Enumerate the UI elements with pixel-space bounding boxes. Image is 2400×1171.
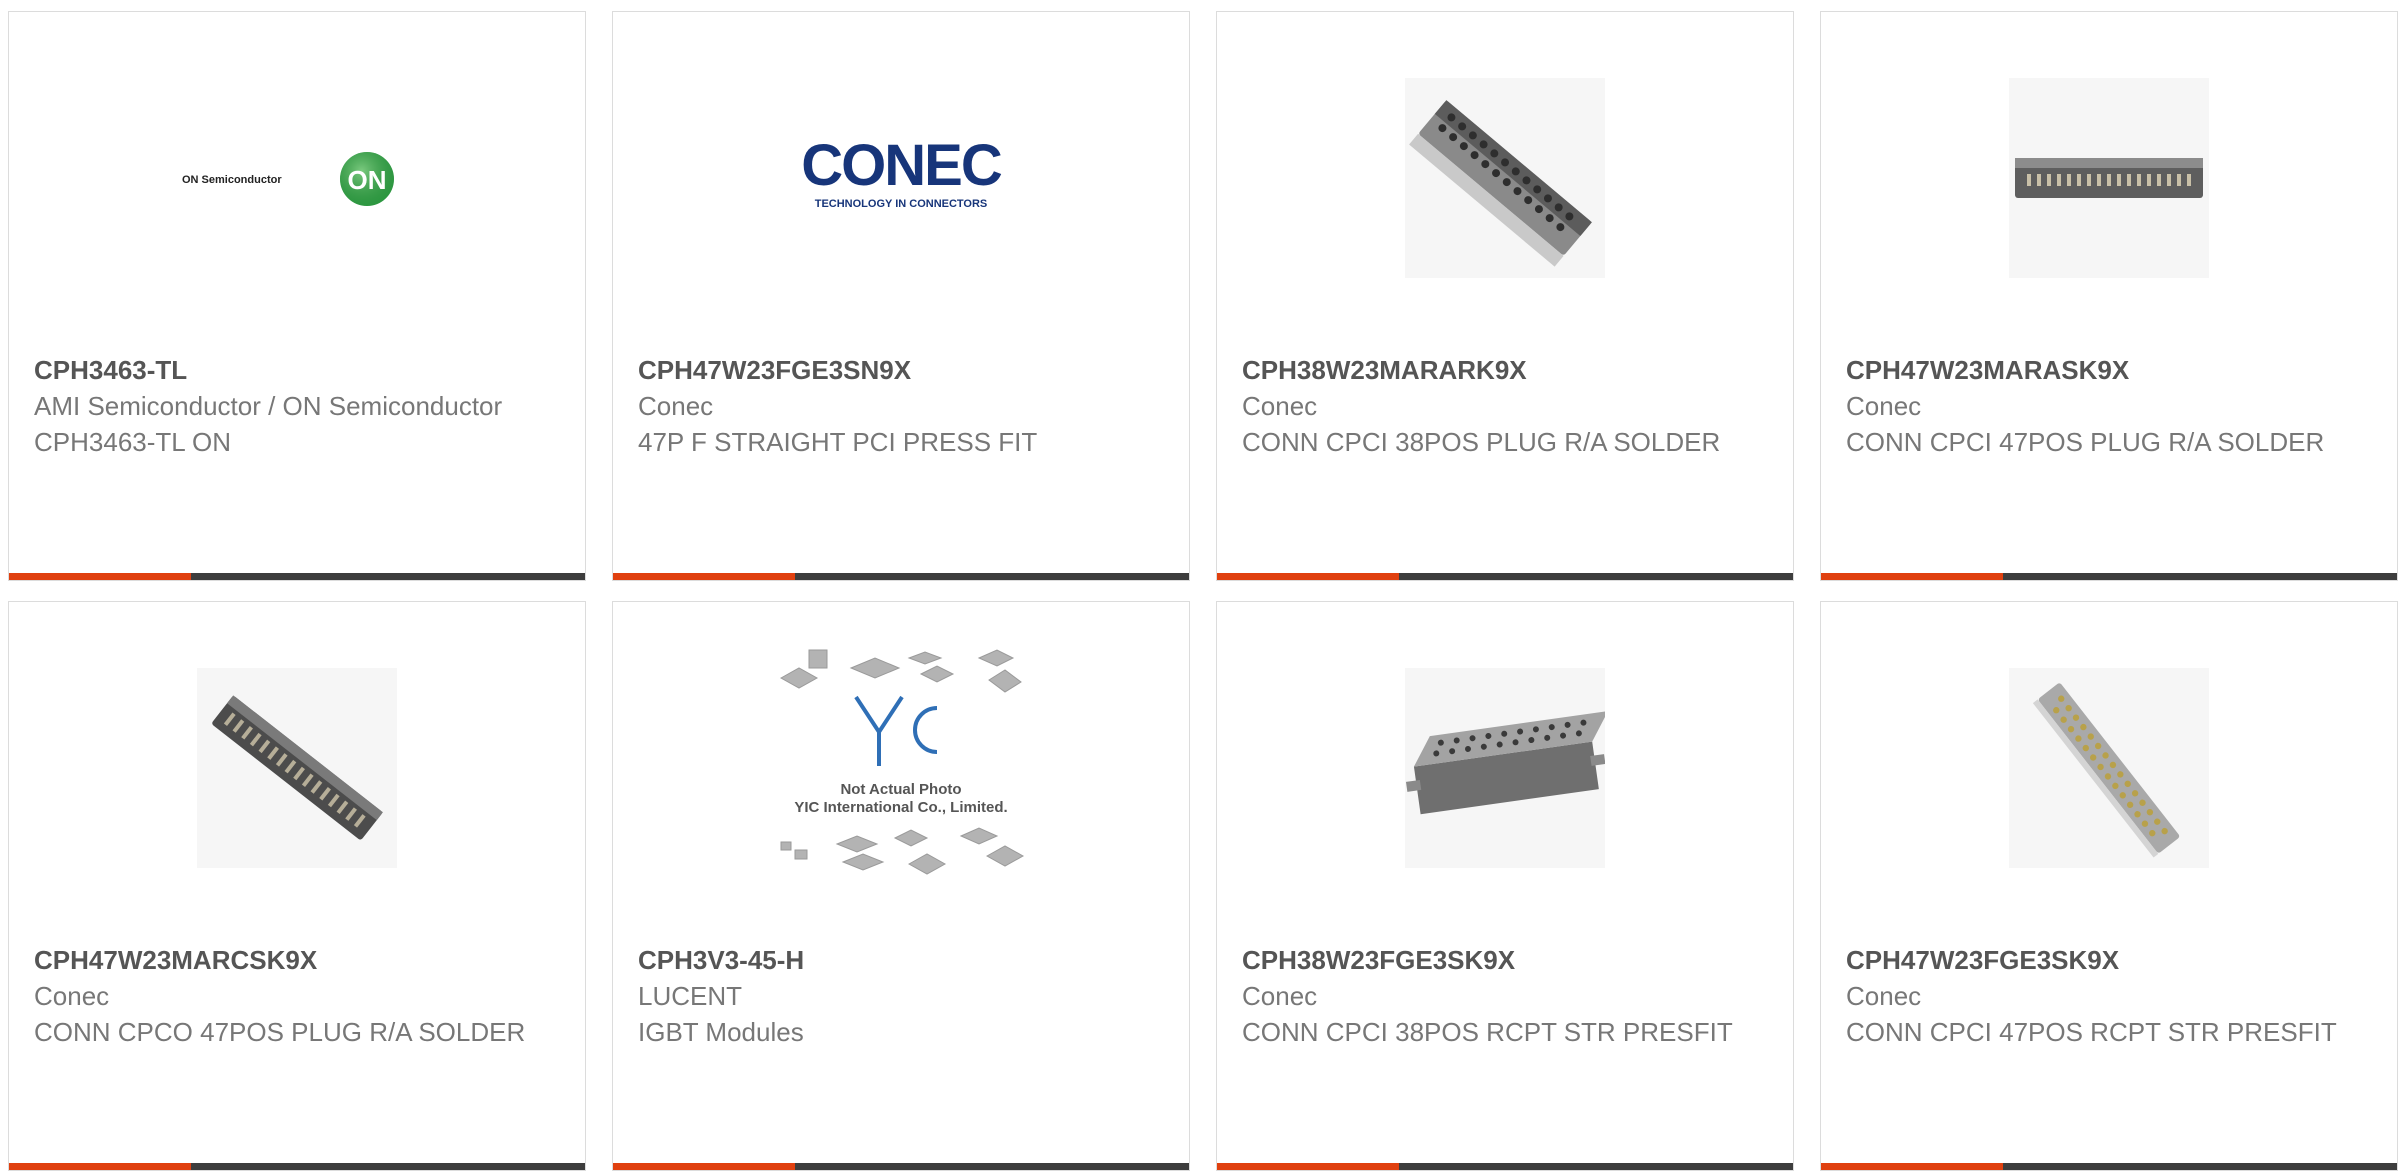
manufacturer: Conec [1242,391,1318,421]
product-card[interactable]: CPH38W23FGE3SK9X Conec CONN CPCI 38POS R… [1216,601,1794,1171]
card-footer-bar [613,573,1189,580]
not-actual-photo-placeholder: Not Actual Photo YIC International Co., … [613,612,1189,912]
conec-logo: CONEC TECHNOLOGY IN CONNECTORS [613,78,1189,278]
manufacturer: Conec [1846,391,1922,421]
description: CONN CPCO 47POS PLUG R/A SOLDER [34,1017,526,1047]
connector-photo-diagonal [9,668,585,868]
part-number[interactable]: CPH47W23FGE3SK9X [1846,942,2357,978]
manufacturer: LUCENT [638,981,743,1011]
product-card[interactable]: ON Semiconductor ON CPH3463-TL AMI Semic… [8,11,586,581]
description: CONN CPCI 47POS RCPT STR PRESFIT [1846,1017,2337,1047]
product-card[interactable]: CPH47W23MARCSK9X Conec CONN CPCO 47POS P… [8,601,586,1171]
svg-text:TECHNOLOGY IN CONNECTORS: TECHNOLOGY IN CONNECTORS [815,198,988,210]
product-card[interactable]: Not Actual Photo YIC International Co., … [612,601,1190,1171]
manufacturer: Conec [34,981,110,1011]
connector-photo-angled [1217,78,1793,278]
card-footer-bar [1217,573,1793,580]
description: CONN CPCI 47POS PLUG R/A SOLDER [1846,427,2325,457]
product-card[interactable]: CPH47W23FGE3SK9X Conec CONN CPCI 47POS R… [1820,601,2398,1171]
description: IGBT Modules [638,1017,804,1047]
part-number[interactable]: CPH47W23MARASK9X [1846,352,2357,388]
part-number[interactable]: CPH3463-TL [34,352,545,388]
receptacle-photo-diagonal [1821,668,2397,868]
part-number[interactable]: CPH38W23MARARK9X [1242,352,1753,388]
svg-text:CONEC: CONEC [801,133,1002,198]
part-number[interactable]: CPH47W23MARCSK9X [34,942,545,978]
part-number[interactable]: CPH3V3-45-H [638,942,1149,978]
on-semiconductor-logo: ON Semiconductor ON [9,78,585,278]
svg-text:YIC International Co., Limited: YIC International Co., Limited. [794,799,1007,816]
svg-text:Not Actual Photo: Not Actual Photo [840,781,961,798]
part-number[interactable]: CPH47W23FGE3SN9X [638,352,1149,388]
description: CONN CPCI 38POS PLUG R/A SOLDER [1242,427,1721,457]
part-number[interactable]: CPH38W23FGE3SK9X [1242,942,1753,978]
manufacturer: Conec [1242,981,1318,1011]
manufacturer: Conec [1846,981,1922,1011]
product-card[interactable]: CONEC TECHNOLOGY IN CONNECTORS CPH47W23F… [612,11,1190,581]
product-card[interactable]: CPH38W23MARARK9X Conec CONN CPCI 38POS P… [1216,11,1794,581]
manufacturer: Conec [638,391,714,421]
receptacle-photo-flat [1217,668,1793,868]
product-card[interactable]: CPH47W23MARASK9X Conec CONN CPCI 47POS P… [1820,11,2398,581]
card-footer-bar [9,573,585,580]
description: 47P F STRAIGHT PCI PRESS FIT [638,427,1038,457]
card-footer-bar [1821,573,2397,580]
connector-photo-side [1821,78,2397,278]
svg-text:ON: ON [348,165,387,195]
description: CPH3463-TL ON [34,427,231,457]
manufacturer: AMI Semiconductor / ON Semiconductor [34,391,503,421]
description: CONN CPCI 38POS RCPT STR PRESFIT [1242,1017,1733,1047]
svg-text:ON Semiconductor: ON Semiconductor [182,174,282,186]
product-grid: ON Semiconductor ON CPH3463-TL AMI Semic… [8,11,2400,1171]
